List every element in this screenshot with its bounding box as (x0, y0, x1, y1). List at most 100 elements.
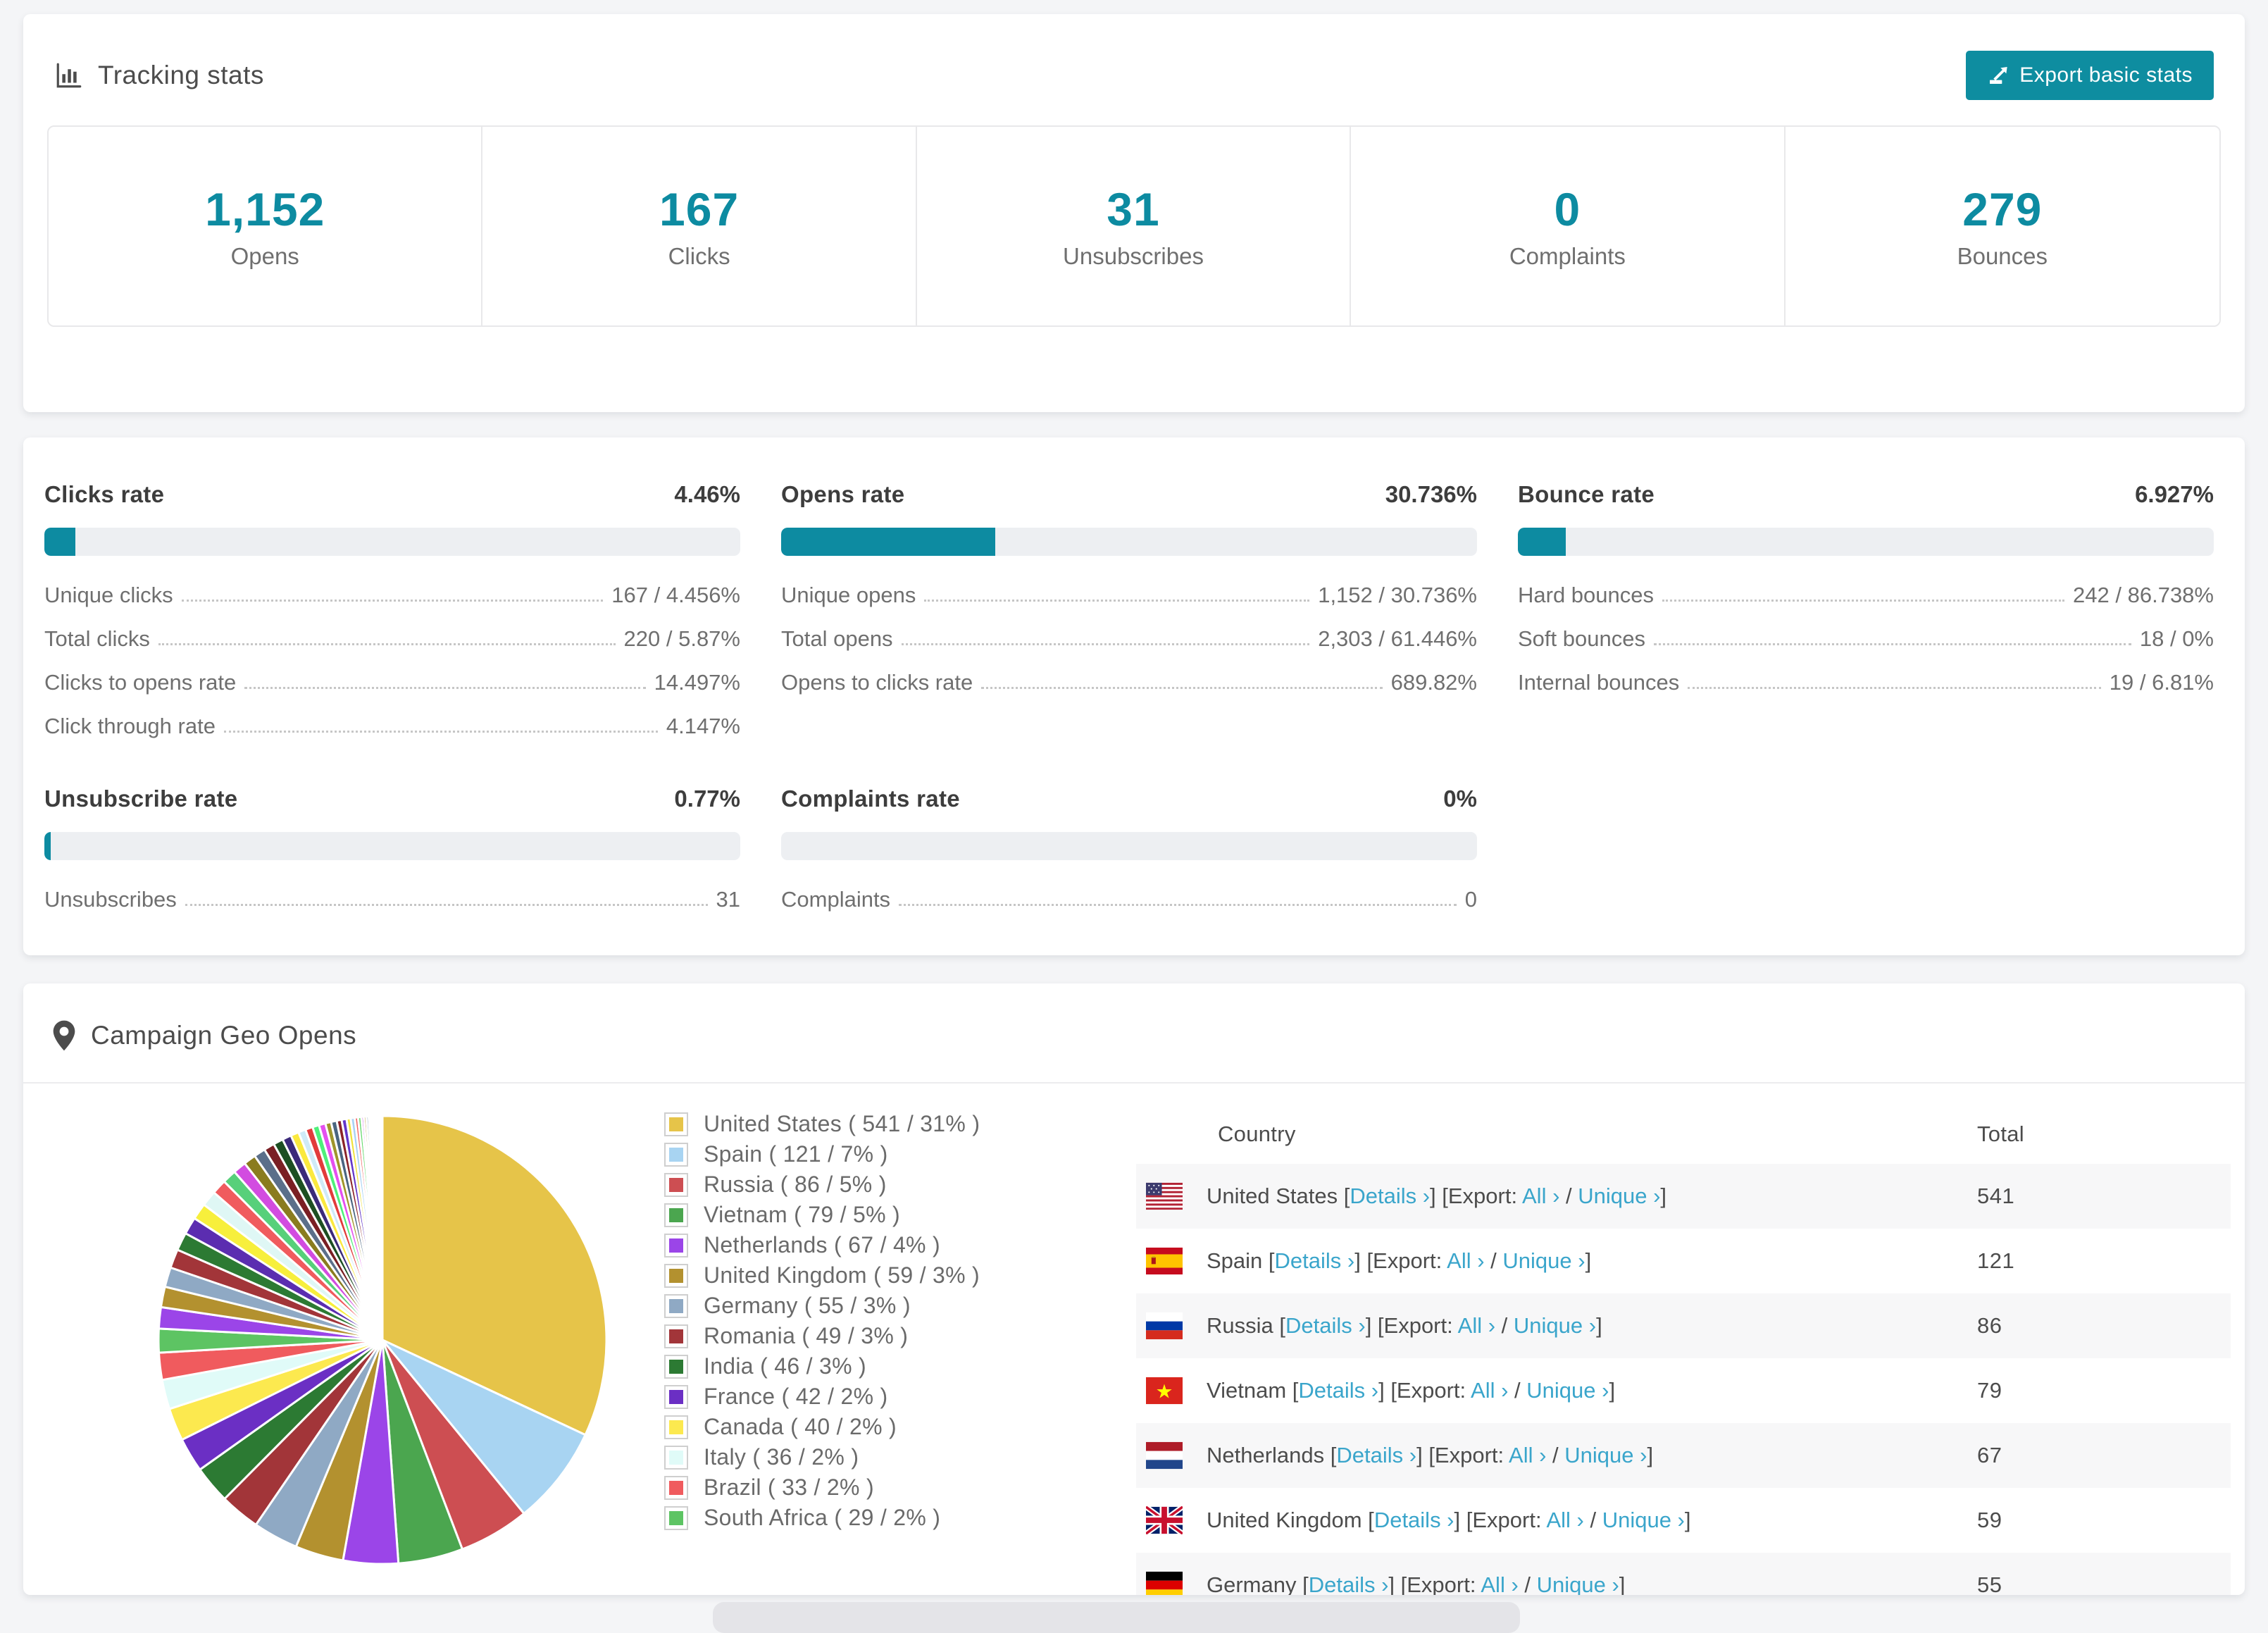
export-all-link[interactable]: All › (1522, 1184, 1559, 1208)
dotted-leader (899, 904, 1457, 906)
legend-label: Italy ( 36 / 2% ) (704, 1444, 859, 1470)
total-cell: 67 (1977, 1443, 2231, 1468)
flag-netherlands-icon (1146, 1441, 1183, 1470)
dotted-leader (185, 904, 708, 906)
details-link[interactable]: Details › (1309, 1572, 1389, 1595)
export-all-link[interactable]: All › (1481, 1572, 1518, 1595)
legend-item-spain[interactable]: Spain ( 121 / 7% ) (664, 1139, 1101, 1169)
rate-detail-value: 2,303 / 61.446% (1318, 626, 1477, 652)
table-row-netherlands: Netherlands [Details ›] [Export: All › /… (1136, 1423, 2231, 1488)
country-cell: Vietnam [Details ›] [Export: All › / Uni… (1207, 1378, 1615, 1403)
rate-title: Bounce rate (1518, 481, 1655, 508)
legend-label: Netherlands ( 67 / 4% ) (704, 1232, 940, 1258)
rate-detail-row: Internal bounces 19 / 6.81% (1518, 670, 2214, 695)
dotted-leader (1662, 600, 2064, 602)
legend-label: Spain ( 121 / 7% ) (704, 1141, 888, 1167)
empty-cell (1518, 786, 2214, 912)
details-link[interactable]: Details › (1336, 1443, 1416, 1467)
rate-detail-value: 1,152 / 30.736% (1318, 583, 1477, 608)
stat-label: Bounces (1957, 243, 2048, 270)
details-link[interactable]: Details › (1374, 1508, 1454, 1532)
export-unique-link[interactable]: Unique › (1602, 1508, 1685, 1532)
export-unique-link[interactable]: Unique › (1564, 1443, 1647, 1467)
legend-item-united-kingdom[interactable]: United Kingdom ( 59 / 3% ) (664, 1260, 1101, 1291)
geo-pie-legend: United States ( 541 / 31% ) Spain ( 121 … (664, 1109, 1101, 1595)
stat-value: 31 (1107, 182, 1159, 236)
legend-item-south-africa[interactable]: South Africa ( 29 / 2% ) (664, 1503, 1101, 1533)
rate-detail-value: 18 / 0% (2140, 626, 2214, 652)
rate-detail-label: Click through rate (44, 714, 216, 739)
rate-detail-value: 220 / 5.87% (624, 626, 740, 652)
legend-item-canada[interactable]: Canada ( 40 / 2% ) (664, 1412, 1101, 1442)
stat-box-complaints: 0 Complaints (1351, 127, 1785, 325)
rate-detail-value: 19 / 6.81% (2110, 670, 2214, 695)
legend-label: Romania ( 49 / 3% ) (704, 1323, 908, 1349)
rate-detail-label: Total opens (781, 626, 893, 652)
legend-item-france[interactable]: France ( 42 / 2% ) (664, 1381, 1101, 1412)
legend-swatch (664, 1203, 688, 1227)
legend-label: Germany ( 55 / 3% ) (704, 1293, 911, 1319)
export-all-link[interactable]: All › (1471, 1378, 1508, 1403)
rate-value: 4.46% (674, 481, 740, 508)
export-all-link[interactable]: All › (1509, 1443, 1546, 1467)
rate-value: 30.736% (1385, 481, 1477, 508)
stat-label: Clicks (668, 243, 730, 270)
stat-value: 279 (1962, 182, 2042, 236)
rate-detail-label: Hard bounces (1518, 583, 1654, 608)
table-row-russia: Russia [Details ›] [Export: All › / Uniq… (1136, 1293, 2231, 1358)
export-all-link[interactable]: All › (1546, 1508, 1583, 1532)
column-header-total: Total (1977, 1122, 2231, 1147)
rate-detail-row: Click through rate 4.147% (44, 714, 740, 739)
total-cell: 59 (1977, 1508, 2231, 1533)
details-link[interactable]: Details › (1285, 1313, 1366, 1338)
rates-card: Clicks rate 4.46% Unique clicks 167 / 4.… (23, 437, 2245, 955)
legend-label: Brazil ( 33 / 2% ) (704, 1474, 874, 1501)
geo-table-header: Country Total (1136, 1105, 2231, 1164)
export-unique-link[interactable]: Unique › (1514, 1313, 1596, 1338)
dotted-leader (224, 731, 658, 733)
dotted-leader (981, 687, 1382, 689)
table-row-vietnam: Vietnam [Details ›] [Export: All › / Uni… (1136, 1358, 2231, 1423)
legend-item-italy[interactable]: Italy ( 36 / 2% ) (664, 1442, 1101, 1472)
export-unique-link[interactable]: Unique › (1502, 1248, 1585, 1273)
rate-detail-label: Clicks to opens rate (44, 670, 236, 695)
details-link[interactable]: Details › (1298, 1378, 1378, 1403)
export-all-link[interactable]: All › (1458, 1313, 1495, 1338)
rate-value: 6.927% (2135, 481, 2214, 508)
legend-item-romania[interactable]: Romania ( 49 / 3% ) (664, 1321, 1101, 1351)
flag-spain-icon (1146, 1247, 1183, 1275)
rate-detail-label: Unsubscribes (44, 887, 177, 912)
details-link[interactable]: Details › (1350, 1184, 1430, 1208)
export-unique-link[interactable]: Unique › (1578, 1184, 1660, 1208)
page-title: Tracking stats (98, 61, 264, 90)
country-cell: United States [Details ›] [Export: All ›… (1207, 1184, 1666, 1209)
rate-detail-row: Total opens 2,303 / 61.446% (781, 626, 1477, 652)
legend-item-brazil[interactable]: Brazil ( 33 / 2% ) (664, 1472, 1101, 1503)
rate-detail-label: Unique opens (781, 583, 916, 608)
export-unique-link[interactable]: Unique › (1537, 1572, 1619, 1595)
stat-value: 0 (1554, 182, 1581, 236)
geo-card-header: Campaign Geo Opens (23, 1016, 2245, 1055)
column-header-country: Country (1218, 1122, 1977, 1147)
stat-label: Opens (231, 243, 299, 270)
legend-item-india[interactable]: India ( 46 / 3% ) (664, 1351, 1101, 1381)
stat-label: Unsubscribes (1063, 243, 1204, 270)
legend-item-netherlands[interactable]: Netherlands ( 67 / 4% ) (664, 1230, 1101, 1260)
export-all-link[interactable]: All › (1447, 1248, 1484, 1273)
rate-detail-row: Clicks to opens rate 14.497% (44, 670, 740, 695)
dotted-leader (924, 600, 1309, 602)
rate-detail-value: 167 / 4.456% (611, 583, 740, 608)
rate-detail-value: 242 / 86.738% (2073, 583, 2214, 608)
export-unique-link[interactable]: Unique › (1526, 1378, 1609, 1403)
legend-item-vietnam[interactable]: Vietnam ( 79 / 5% ) (664, 1200, 1101, 1230)
rate-detail-value: 689.82% (1391, 670, 1477, 695)
country-cell: Spain [Details ›] [Export: All › / Uniqu… (1207, 1248, 1591, 1274)
legend-item-united-states[interactable]: United States ( 541 / 31% ) (664, 1109, 1101, 1139)
horizontal-scrollbar-thumb[interactable] (713, 1602, 1520, 1633)
legend-swatch (664, 1355, 688, 1379)
details-link[interactable]: Details › (1275, 1248, 1355, 1273)
legend-item-russia[interactable]: Russia ( 86 / 5% ) (664, 1169, 1101, 1200)
export-basic-stats-button[interactable]: Export basic stats (1966, 51, 2214, 100)
legend-swatch (664, 1264, 688, 1288)
legend-item-germany[interactable]: Germany ( 55 / 3% ) (664, 1291, 1101, 1321)
